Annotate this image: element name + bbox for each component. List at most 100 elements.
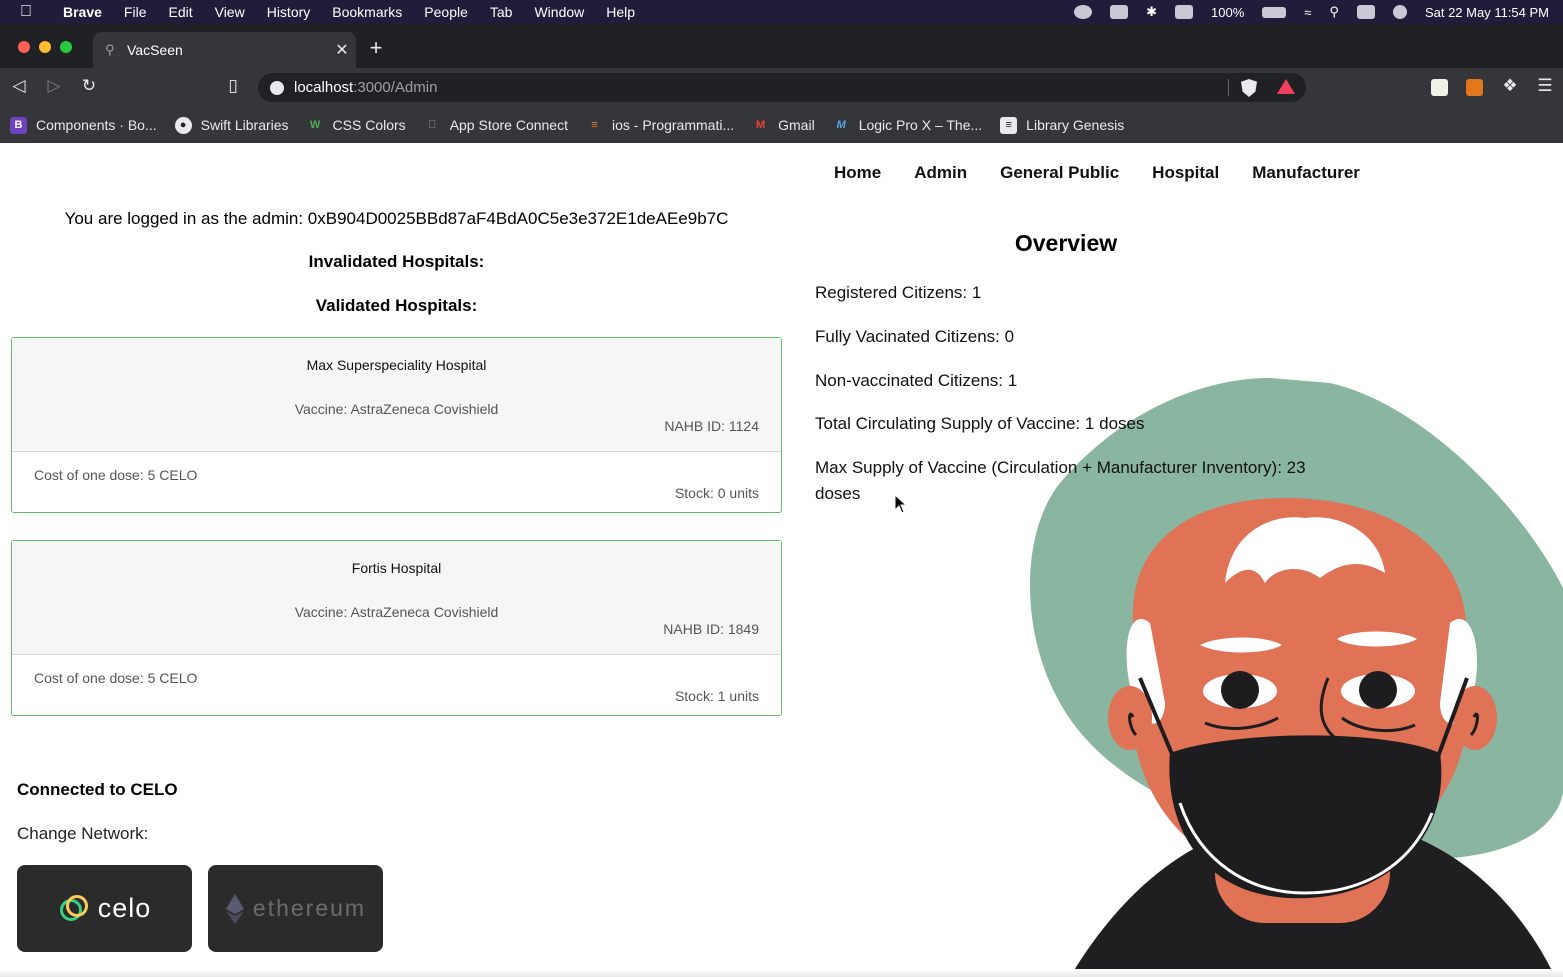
bookmark-label: Library Genesis [1026,117,1125,133]
change-network-label: Change Network: [17,824,149,843]
hospital-dose-cost: Cost of one dose: 5 CELO [34,467,198,483]
w3-icon: W [309,119,321,131]
menu-edit[interactable]: Edit [157,4,203,20]
tab-search-icon: ⚲ [105,42,115,57]
bookmark-app-store-connect[interactable]:  App Store Connect [415,117,577,134]
hospital-nahb-id: NAHB ID: 1124 [664,418,759,434]
menu-app-name[interactable]: Brave [52,4,113,20]
hospital-vaccine: Vaccine: AstraZeneca Covishield [294,401,499,417]
hospital-nahb-id: NAHB ID: 1849 [663,621,759,637]
apple-icon:  [424,117,441,134]
bookmark-components[interactable]: B Components · Bo... [0,116,166,134]
menu-window[interactable]: Window [523,4,595,20]
site-info-icon[interactable] [270,80,284,95]
nav-home[interactable]: Home [834,163,881,183]
stat-circulating-supply: Total Circulating Supply of Vaccine: 1 d… [815,414,1145,433]
ethereum-network-button[interactable]: ethereum [208,865,383,952]
creative-cloud-icon[interactable] [1074,5,1093,19]
invalidated-hospitals-title: Invalidated Hospitals: [308,252,485,271]
nav-manufacturer[interactable]: Manufacturer [1252,163,1360,183]
minimize-window-button[interactable] [39,41,51,53]
celo-network-button[interactable]: celo [17,865,192,952]
address-bar[interactable]: localhost:3000/Admin [258,73,1306,102]
battery-percent: 100% [1211,4,1245,20]
hospital-card-header: Fortis Hospital Vaccine: AstraZeneca Cov… [12,541,781,655]
menu-help[interactable]: Help [595,4,646,20]
bookmark-label: Components · Bo... [36,117,157,133]
connected-network-status: Connected to CELO [17,780,178,799]
bookmark-label: Gmail [778,117,815,133]
new-tab-button[interactable]: + [366,35,386,61]
metamask-icon[interactable] [1466,79,1483,96]
extensions-puzzle-icon[interactable]: ❖ [1499,76,1521,96]
control-center-icon[interactable] [1356,5,1375,19]
menu-file[interactable]: File [113,4,158,20]
url-host: localhost [294,79,354,96]
menu-bookmarks[interactable]: Bookmarks [321,4,413,20]
hospital-stock: Stock: 0 units [674,485,759,501]
stat-max-supply: Max Supply of Vaccine (Circulation + Man… [815,458,1306,503]
macos-menu-bar:  Brave File Edit View History Bookmarks… [0,0,1563,24]
nav-hospital[interactable]: Hospital [1152,163,1219,183]
battery-icon[interactable] [1262,6,1287,18]
close-window-button[interactable] [18,41,30,53]
ethereum-label: ethereum [252,895,367,921]
zoom-window-button[interactable] [60,41,72,53]
bookmark-swift-libraries[interactable]: ● Swift Libraries [166,116,298,134]
admin-login-status: You are logged in as the admin: 0xB904D0… [64,209,729,228]
stat-fully-vaccinated: Fully Vacinated Citizens: 0 [815,327,1015,346]
brave-shields-icon[interactable] [1241,79,1257,97]
celo-logo-icon [59,894,88,921]
bookmark-library-genesis[interactable]: ≡ Library Genesis [991,116,1133,134]
nav-general-public[interactable]: General Public [1000,163,1119,183]
overview-title: Overview [1014,230,1118,256]
menu-people[interactable]: People [413,4,479,20]
hospital-card-footer: Cost of one dose: 5 CELO Stock: 0 units [12,452,781,512]
bookmark-logic-pro[interactable]: M Logic Pro X – The... [824,117,991,134]
hospital-vaccine: Vaccine: AstraZeneca Covishield [294,604,499,620]
bookmark-icon[interactable]: ▯ [222,76,244,96]
status-area: ✱ 100% ≈ ⚲ Sat 22 May 11:54 PM [1065,0,1563,24]
top-navigation: Home Admin General Public Hospital Manuf… [834,163,1360,183]
browser-menu-icon[interactable]: ☰ [1534,76,1556,96]
bookmark-label: ios - Programmati... [611,117,735,133]
back-icon[interactable]: ◁ [8,76,30,96]
web-page: Home Admin General Public Hospital Manuf… [0,143,1563,977]
tab-close-icon[interactable]: ✕ [328,40,356,60]
bluetooth-icon[interactable]: ✱ [1137,4,1166,20]
forward-icon[interactable]: ▷ [43,76,65,96]
wifi-icon[interactable]: ≈ [1295,5,1320,20]
spotlight-search-icon[interactable]: ⚲ [1320,4,1348,20]
active-tab[interactable]: ⚲ VacSeen ✕ [93,32,356,68]
hospital-card: Max Superspeciality Hospital Vaccine: As… [11,337,782,513]
nav-admin[interactable]: Admin [914,163,967,183]
bookmark-label: Logic Pro X – The... [858,117,983,133]
stackoverflow-icon: ≡ [591,119,598,131]
stat-registered-citizens: Registered Citizens: 1 [815,283,982,302]
reload-icon[interactable]: ↻ [78,76,100,96]
tab-title: VacSeen [127,42,183,58]
hospital-name: Fortis Hospital [351,560,442,576]
bookmark-label: Swift Libraries [200,117,289,133]
menu-history[interactable]: History [256,4,322,20]
stat-non-vaccinated: Non-vaccinated Citizens: 1 [815,371,1018,390]
mouse-cursor-icon [894,494,908,514]
menu-tab[interactable]: Tab [479,4,524,20]
menu-view[interactable]: View [204,4,256,20]
window-controls [18,41,72,53]
app-status-icon[interactable] [1110,5,1129,19]
bootstrap-icon: B [10,116,27,134]
hospital-card-header: Max Superspeciality Hospital Vaccine: As… [12,338,781,452]
clock[interactable]: Sat 22 May 11:54 PM [1416,5,1563,20]
bookmark-stackoverflow[interactable]: ≡ ios - Programmati... [577,117,743,134]
bookmark-css-colors[interactable]: W CSS Colors [298,117,415,134]
siri-icon[interactable] [1392,5,1407,19]
extension-icon[interactable] [1431,79,1448,96]
keyboard-icon[interactable] [1175,5,1194,19]
bookmark-label: CSS Colors [332,117,406,133]
bookmark-gmail[interactable]: M Gmail [743,117,824,134]
brave-rewards-icon[interactable] [1277,79,1295,94]
bookmark-label: App Store Connect [449,117,568,133]
url-path: :3000/Admin [353,79,438,96]
apple-icon[interactable]:  [0,3,52,21]
